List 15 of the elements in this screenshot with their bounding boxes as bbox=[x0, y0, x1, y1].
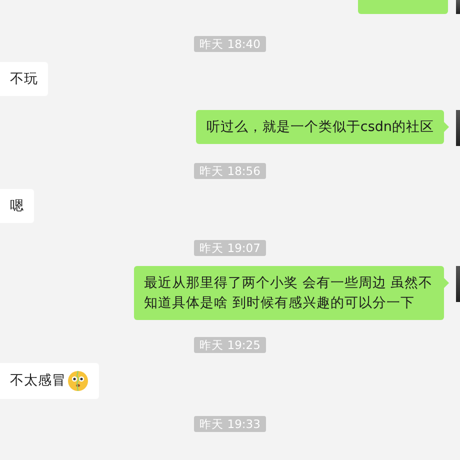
avatar bbox=[456, 110, 460, 146]
timestamp: 昨天 19:25 bbox=[194, 337, 266, 353]
message-bubble: 不太感冒 bbox=[0, 363, 99, 399]
avatar bbox=[456, 0, 460, 14]
timestamp: 昨天 19:07 bbox=[194, 240, 266, 256]
message-bubble: 听过么，就是一个类似于csdn的社区 bbox=[196, 110, 444, 144]
timestamp: 昨天 18:56 bbox=[194, 163, 266, 179]
message-bubble: 嗯 bbox=[0, 189, 34, 223]
timestamp: 昨天 19:33 bbox=[194, 416, 266, 432]
avatar bbox=[456, 266, 460, 302]
message-bubble: 最近从那里得了两个小奖 会有一些周边 虽然不知道具体是啥 到时候有感兴趣的可以分一下 bbox=[134, 266, 444, 320]
bubble-tail bbox=[444, 122, 449, 132]
timestamp: 昨天 18:40 bbox=[194, 36, 266, 52]
message-bubble: 不玩 bbox=[0, 62, 48, 96]
bubble-tail bbox=[444, 278, 449, 288]
